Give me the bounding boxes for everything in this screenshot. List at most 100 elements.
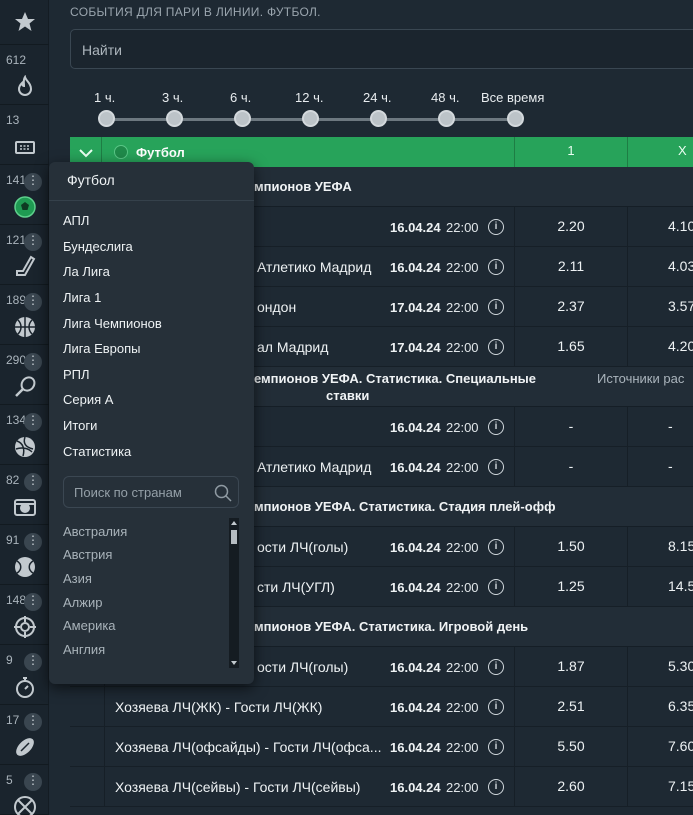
- league-menu-item[interactable]: Лига Европы: [63, 341, 141, 356]
- league-menu-item[interactable]: Бундеслига: [63, 239, 133, 254]
- odds-x[interactable]: 7.60: [627, 727, 693, 766]
- more-icon[interactable]: ⋮: [24, 653, 42, 671]
- info-icon[interactable]: i: [488, 459, 504, 475]
- sources-label[interactable]: Источники рас: [597, 371, 684, 386]
- more-icon[interactable]: ⋮: [24, 233, 42, 251]
- info-icon[interactable]: i: [488, 299, 504, 315]
- sidebar-item-express[interactable]: 13: [0, 105, 49, 165]
- event-name[interactable]: Атлетико Мадрид: [257, 459, 382, 475]
- more-icon[interactable]: ⋮: [24, 773, 42, 791]
- time-slider-knob[interactable]: [234, 110, 251, 127]
- time-slider-knob[interactable]: [166, 110, 183, 127]
- time-option-label[interactable]: 6 ч.: [230, 90, 251, 105]
- country-item[interactable]: Австрия: [63, 547, 112, 562]
- time-slider-knob[interactable]: [438, 110, 455, 127]
- time-option-label[interactable]: 48 ч.: [431, 90, 459, 105]
- country-item[interactable]: Англия: [63, 642, 105, 657]
- info-icon[interactable]: i: [488, 739, 504, 755]
- event-name[interactable]: Хозяева ЛЧ(сейвы) - Гости ЛЧ(сейвы): [115, 779, 385, 795]
- event-name[interactable]: Хозяева ЛЧ(ЖК) - Гости ЛЧ(ЖК): [115, 699, 385, 715]
- odds-1[interactable]: 2.11: [514, 247, 627, 286]
- event-name[interactable]: ал Мадрид: [257, 339, 382, 355]
- odds-1[interactable]: 2.60: [514, 767, 627, 806]
- sidebar-item-tennis[interactable]: 290 ⋮: [0, 345, 49, 405]
- info-icon[interactable]: i: [488, 659, 504, 675]
- more-icon[interactable]: ⋮: [24, 293, 42, 311]
- event-row[interactable]: Хозяева ЛЧ(сейвы) - Гости ЛЧ(сейвы) 16.04…: [70, 767, 693, 807]
- odds-x[interactable]: 4.03: [627, 247, 693, 286]
- country-item[interactable]: Алжир: [63, 595, 102, 610]
- odds-x[interactable]: 4.20: [627, 327, 693, 366]
- league-menu-item[interactable]: Итоги: [63, 418, 97, 433]
- time-option-label[interactable]: 24 ч.: [363, 90, 391, 105]
- event-row[interactable]: Хозяева ЛЧ(ЖК) - Гости ЛЧ(ЖК) 16.04.24 22:…: [70, 687, 693, 727]
- scroll-down-icon[interactable]: [230, 659, 238, 667]
- odds-x[interactable]: -: [627, 407, 693, 446]
- sidebar-item-cybersport[interactable]: 82 ⋮: [0, 465, 49, 525]
- odds-1[interactable]: 1.50: [514, 527, 627, 566]
- info-icon[interactable]: i: [488, 339, 504, 355]
- odds-1[interactable]: 2.20: [514, 207, 627, 246]
- odds-1[interactable]: 5.50: [514, 727, 627, 766]
- event-name[interactable]: сти ЛЧ(УГЛ): [257, 579, 382, 595]
- odds-1[interactable]: 1.65: [514, 327, 627, 366]
- country-item[interactable]: Азия: [63, 571, 92, 586]
- time-slider-knob[interactable]: [98, 110, 115, 127]
- more-icon[interactable]: ⋮: [24, 533, 42, 551]
- sidebar-item-stopwatch[interactable]: 9 ⋮: [0, 645, 49, 705]
- event-name[interactable]: ондон: [257, 299, 382, 315]
- info-icon[interactable]: i: [488, 539, 504, 555]
- odds-x[interactable]: 3.57: [627, 287, 693, 326]
- favorites-item[interactable]: [0, 0, 49, 45]
- league-menu-item[interactable]: Статистика: [63, 444, 131, 459]
- sidebar-item-hockey[interactable]: 121 ⋮: [0, 225, 49, 285]
- time-option-label[interactable]: 3 ч.: [162, 90, 183, 105]
- info-icon[interactable]: i: [488, 579, 504, 595]
- info-icon[interactable]: i: [488, 419, 504, 435]
- league-menu-item[interactable]: Лига 1: [63, 290, 101, 305]
- time-slider-knob[interactable]: [370, 110, 387, 127]
- scrollbar-thumb[interactable]: [231, 530, 237, 544]
- more-icon[interactable]: ⋮: [24, 473, 42, 491]
- event-name[interactable]: ости ЛЧ(голы): [257, 539, 382, 555]
- odds-1[interactable]: 1.25: [514, 567, 627, 606]
- sidebar-item-top[interactable]: 612: [0, 45, 49, 105]
- odds-x[interactable]: 14.5: [627, 567, 693, 606]
- odds-1[interactable]: 2.51: [514, 687, 627, 726]
- time-option-label[interactable]: 12 ч.: [295, 90, 323, 105]
- search-input[interactable]: Найти: [70, 29, 693, 69]
- more-icon[interactable]: ⋮: [24, 353, 42, 371]
- odds-x[interactable]: -: [627, 447, 693, 486]
- event-name[interactable]: Хозяева ЛЧ(офсайды) - Гости ЛЧ(офса...: [115, 739, 385, 755]
- league-menu-item[interactable]: Лига Чемпионов: [63, 316, 162, 331]
- odds-1[interactable]: 1.87: [514, 647, 627, 686]
- time-option-label[interactable]: Все время: [481, 90, 544, 105]
- info-icon[interactable]: i: [488, 779, 504, 795]
- sidebar-item-target[interactable]: 148 ⋮: [0, 585, 49, 645]
- info-icon[interactable]: i: [488, 259, 504, 275]
- odds-x[interactable]: 6.35: [627, 687, 693, 726]
- info-icon[interactable]: i: [488, 219, 504, 235]
- league-menu-item[interactable]: АПЛ: [63, 213, 89, 228]
- sidebar-item-football[interactable]: 1411 ⋮: [0, 165, 49, 225]
- time-slider-knob[interactable]: [302, 110, 319, 127]
- odds-1[interactable]: -: [514, 407, 627, 446]
- more-icon[interactable]: ⋮: [24, 173, 42, 191]
- country-item[interactable]: Америка: [63, 618, 116, 633]
- odds-x[interactable]: 8.15: [627, 527, 693, 566]
- odds-1[interactable]: 2.37: [514, 287, 627, 326]
- scroll-up-icon[interactable]: [230, 519, 238, 527]
- odds-x[interactable]: 7.15: [627, 767, 693, 806]
- time-option-label[interactable]: 1 ч.: [94, 90, 115, 105]
- country-item[interactable]: Австралия: [63, 524, 127, 539]
- odds-x[interactable]: 5.30: [627, 647, 693, 686]
- country-scrollbar[interactable]: [229, 518, 239, 668]
- odds-x[interactable]: 4.10: [627, 207, 693, 246]
- sidebar-item-other[interactable]: 5 ⋮: [0, 765, 49, 815]
- odds-1[interactable]: -: [514, 447, 627, 486]
- sidebar-item-basketball[interactable]: 189 ⋮: [0, 285, 49, 345]
- event-name[interactable]: Атлетико Мадрид: [257, 259, 382, 275]
- sidebar-item-rugby[interactable]: 17 ⋮: [0, 705, 49, 765]
- event-name[interactable]: ости ЛЧ(голы): [257, 659, 382, 675]
- more-icon[interactable]: ⋮: [24, 413, 42, 431]
